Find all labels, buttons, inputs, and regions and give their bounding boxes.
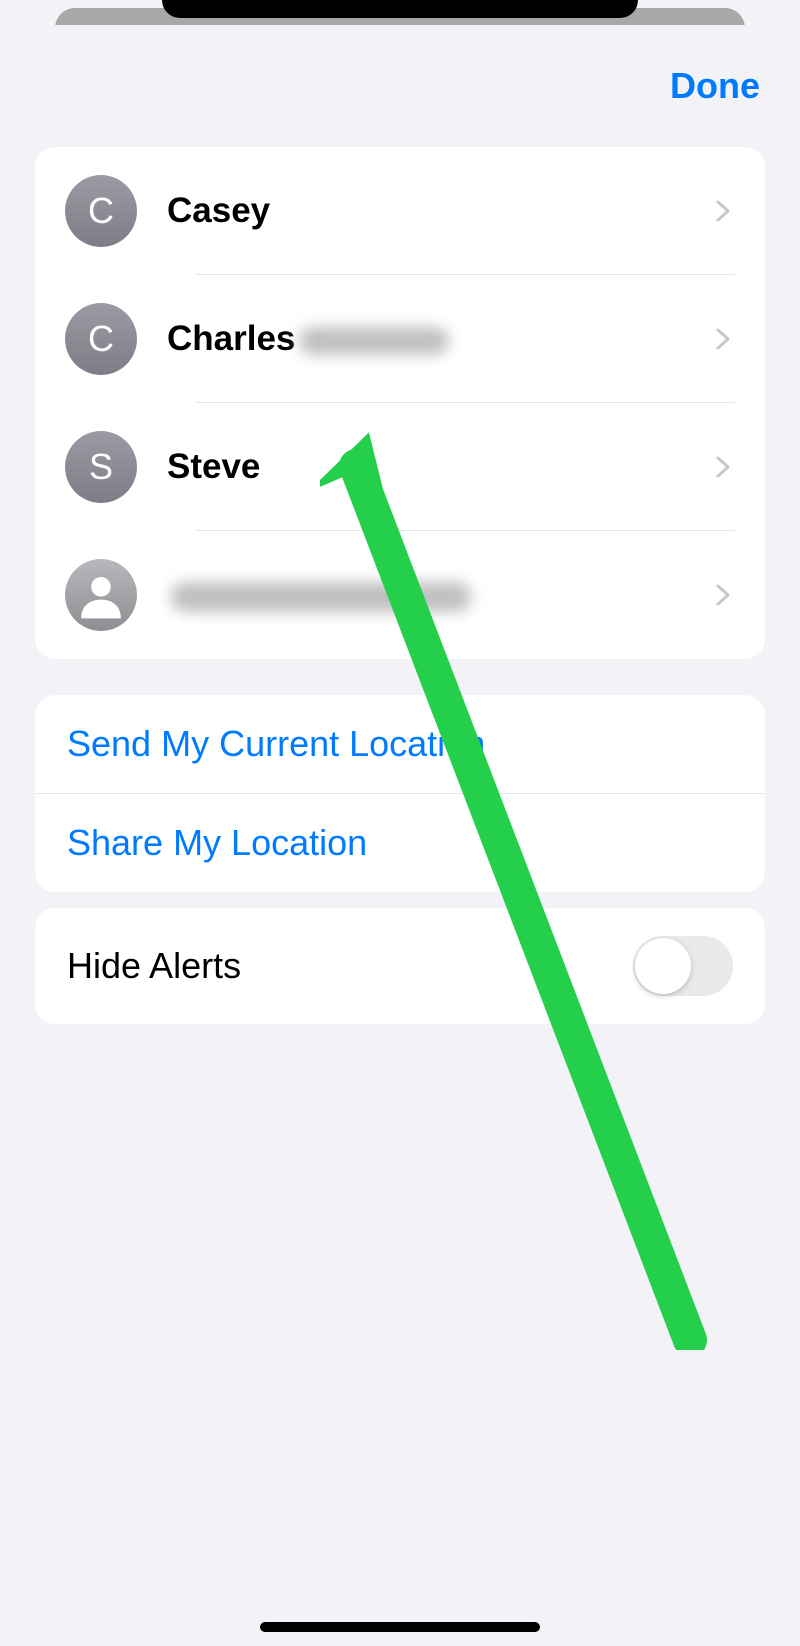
contact-name-label: Casey: [167, 191, 711, 231]
avatar: [65, 559, 137, 631]
contact-name-label: Steve: [167, 447, 711, 487]
person-icon: [73, 567, 129, 623]
chevron-right-icon: [711, 583, 735, 607]
done-button[interactable]: Done: [670, 65, 760, 107]
sheet-header: Done: [5, 65, 795, 147]
chevron-right-icon: [711, 455, 735, 479]
device-notch: [162, 0, 638, 18]
redacted-text: [299, 327, 449, 355]
chevron-right-icon: [711, 327, 735, 351]
hide-alerts-toggle[interactable]: [633, 936, 733, 996]
contact-name-label: Charles: [167, 319, 711, 359]
hide-alerts-row: Hide Alerts: [35, 908, 765, 1024]
alerts-section: Hide Alerts: [35, 908, 765, 1024]
contact-row[interactable]: C Charles: [35, 275, 765, 403]
contact-row[interactable]: [35, 531, 765, 659]
location-actions-section: Send My Current Location Share My Locati…: [35, 695, 765, 892]
share-my-location-button[interactable]: Share My Location: [35, 794, 765, 892]
home-indicator[interactable]: [260, 1622, 540, 1632]
send-current-location-button[interactable]: Send My Current Location: [35, 695, 765, 794]
contact-name-label: [167, 575, 711, 615]
avatar: C: [65, 175, 137, 247]
redacted-text: [171, 582, 471, 612]
contact-row[interactable]: C Casey: [35, 147, 765, 275]
hide-alerts-label: Hide Alerts: [67, 945, 241, 987]
avatar: C: [65, 303, 137, 375]
contacts-section: C Casey C Charles S Steve: [35, 147, 765, 659]
modal-sheet: Done C Casey C Charles S Steve: [5, 25, 795, 1646]
chevron-right-icon: [711, 199, 735, 223]
contact-row[interactable]: S Steve: [35, 403, 765, 531]
switch-knob: [635, 938, 691, 994]
avatar: S: [65, 431, 137, 503]
